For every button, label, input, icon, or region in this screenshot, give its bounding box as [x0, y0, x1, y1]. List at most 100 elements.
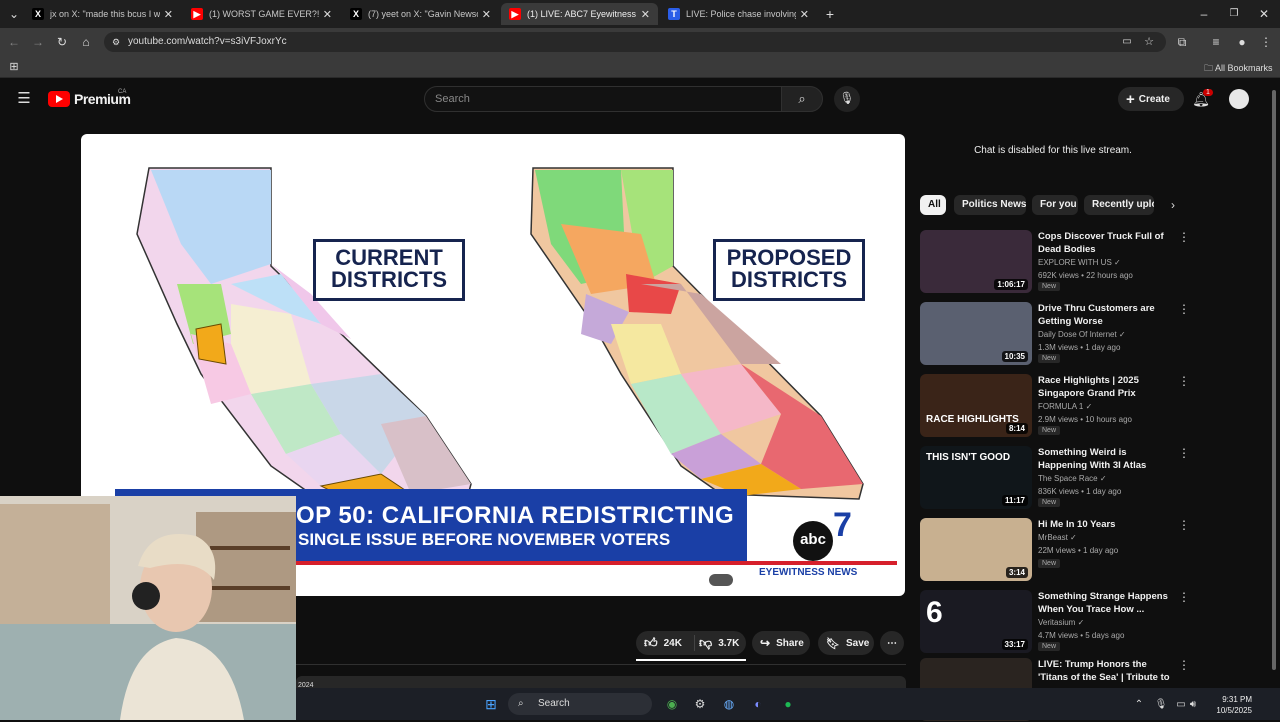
- video-meta: 692K views • 22 hours ago: [1038, 271, 1133, 280]
- video-more-icon[interactable]: ⋮: [1178, 518, 1190, 532]
- browser-tab[interactable]: Xjx on X: "made this bcus I was b ✕: [24, 3, 181, 25]
- tab-close-icon[interactable]: ✕: [323, 8, 332, 21]
- chips-next-icon[interactable]: ›: [1166, 197, 1180, 213]
- video-thumbnail[interactable]: THIS ISN'T GOOD 11:17: [920, 446, 1032, 509]
- video-more-icon[interactable]: ⋮: [1178, 230, 1190, 244]
- tab-close-icon[interactable]: ✕: [164, 8, 173, 21]
- new-tab-icon[interactable]: +: [822, 6, 838, 22]
- restore-icon[interactable]: ❐: [1226, 6, 1242, 22]
- channel-7-logo: 7: [833, 506, 852, 544]
- video-title[interactable]: LIVE: Trump Honors the 'Titans of the Se…: [1038, 658, 1178, 684]
- bookmark-star-icon[interactable]: ☆: [1142, 34, 1156, 50]
- video-more-icon[interactable]: ⋮: [1178, 302, 1190, 316]
- browser-tab[interactable]: ▶ (1) WORST GAME EVER?!? - Yo ✕: [183, 3, 340, 25]
- tray-mic-icon[interactable]: 🎙: [1154, 697, 1168, 713]
- tab-close-icon[interactable]: ✕: [800, 8, 809, 21]
- close-window-icon[interactable]: ✕: [1256, 6, 1272, 22]
- verified-icon: ✓: [1111, 258, 1121, 267]
- chrome-menu-icon[interactable]: ⋮: [1258, 34, 1274, 50]
- settings-app-icon[interactable]: ⚙: [692, 696, 708, 712]
- like-button[interactable]: 👍︎ 24K: [636, 635, 694, 651]
- channel-name[interactable]: The Space Race ✓: [1038, 474, 1107, 483]
- taskbar-search[interactable]: ⌕ Search: [508, 693, 652, 715]
- video-title[interactable]: Something Strange Happens When You Trace…: [1038, 590, 1178, 616]
- more-actions-button[interactable]: ⋯: [880, 631, 904, 655]
- install-icon[interactable]: ▭: [1120, 34, 1134, 50]
- video-more-icon[interactable]: ⋮: [1178, 374, 1190, 388]
- channel-name[interactable]: FORMULA 1 ✓: [1038, 402, 1092, 411]
- video-thumbnail[interactable]: 3:14: [920, 518, 1032, 581]
- browser-tab[interactable]: T LIVE: Police chase involving po ✕: [660, 3, 817, 25]
- video-thumbnail[interactable]: 1:06:17: [920, 230, 1032, 293]
- site-info-icon[interactable]: ⚙: [110, 34, 122, 50]
- browser-tab[interactable]: X (7) yeet on X: "Gavin Newsom s ✕: [342, 3, 499, 25]
- forward-icon[interactable]: →: [30, 34, 46, 50]
- recommended-video[interactable]: 6 33:17 Something Strange Happens When You…: [920, 590, 1200, 654]
- video-thumbnail[interactable]: 10:35: [920, 302, 1032, 365]
- channel-name[interactable]: Veritasium ✓: [1038, 618, 1084, 627]
- settings-gear-icon[interactable]: ⚙: [778, 572, 789, 586]
- discord-app-icon[interactable]: ◐: [750, 696, 766, 712]
- account-avatar[interactable]: [1229, 89, 1249, 109]
- extensions-icon[interactable]: ⧉: [1174, 34, 1190, 50]
- recommended-video[interactable]: 1:06:17 Cops Discover Truck Full of Dead …: [920, 230, 1200, 294]
- volume-icon[interactable]: 🔊︎: [1186, 697, 1200, 713]
- video-title[interactable]: Hi Me In 10 Years: [1038, 518, 1178, 531]
- recommended-video[interactable]: 10:35 Drive Thru Customers are Getting Wo…: [920, 302, 1200, 366]
- channel-name[interactable]: EXPLORE WITH US ✓: [1038, 258, 1121, 267]
- video-title[interactable]: Something Weird is Happening With 3I Atl…: [1038, 446, 1178, 472]
- scrollbar[interactable]: [1270, 86, 1276, 684]
- filter-chip[interactable]: Recently uploa: [1084, 195, 1154, 215]
- steam-app-icon[interactable]: ◍: [721, 696, 737, 712]
- create-button[interactable]: + Create: [1118, 87, 1184, 111]
- filter-chip[interactable]: For you: [1032, 195, 1078, 215]
- windows-start-icon[interactable]: ⊞: [483, 696, 499, 712]
- autoplay-toggle[interactable]: [709, 574, 733, 586]
- dislike-button[interactable]: 👎︎ 3.7K: [694, 635, 739, 651]
- theater-mode-icon[interactable]: ▭: [809, 572, 820, 586]
- tab-close-icon[interactable]: ✕: [641, 8, 650, 21]
- profile-icon[interactable]: ●: [1234, 34, 1250, 50]
- captions-icon[interactable]: ㏄: [745, 572, 757, 589]
- filter-chip[interactable]: Politics News: [954, 195, 1026, 215]
- all-bookmarks[interactable]: 🗀 All Bookmarks: [1204, 61, 1273, 77]
- search-button[interactable]: ⌕: [781, 86, 823, 112]
- minimize-icon[interactable]: –: [1196, 6, 1212, 22]
- tab-search-icon[interactable]: ⌄: [6, 6, 22, 22]
- address-bar[interactable]: ⚙ youtube.com/watch?v=s3iVFJoxrYc ▭ ☆: [104, 32, 1166, 52]
- chrome-app-icon[interactable]: ◉: [664, 696, 680, 712]
- video-thumbnail[interactable]: 6 33:17: [920, 590, 1032, 653]
- filter-chip[interactable]: All: [920, 195, 946, 215]
- video-more-icon[interactable]: ⋮: [1178, 658, 1190, 672]
- browser-tab[interactable]: ▶ (1) LIVE: ABC7 Eyewitness N ✕: [501, 3, 658, 25]
- recommended-video[interactable]: 3:14 Hi Me In 10 Years MrBeast ✓ 22M views …: [920, 518, 1200, 582]
- hamburger-menu-icon[interactable]: ☰: [16, 91, 32, 107]
- spotify-app-icon[interactable]: ●: [780, 696, 796, 712]
- reload-icon[interactable]: ↻: [54, 34, 70, 50]
- video-more-icon[interactable]: ⋮: [1178, 590, 1190, 604]
- save-button[interactable]: 🔖︎ Save: [818, 631, 874, 655]
- share-button[interactable]: ↪ Share: [752, 631, 810, 655]
- channel-name[interactable]: MrBeast ✓: [1038, 533, 1077, 542]
- fullscreen-icon[interactable]: ⛶: [875, 572, 883, 587]
- recommended-video[interactable]: THIS ISN'T GOOD 11:17 Something Weird is H…: [920, 446, 1200, 510]
- video-more-icon[interactable]: ⋮: [1178, 446, 1190, 460]
- recommended-video[interactable]: RACE HIGHLIGHTS 8:14 Race Highlights | 202…: [920, 374, 1200, 438]
- video-title[interactable]: Race Highlights | 2025 Singapore Grand P…: [1038, 374, 1178, 400]
- youtube-logo-icon[interactable]: [48, 91, 70, 107]
- video-thumbnail[interactable]: RACE HIGHLIGHTS 8:14: [920, 374, 1032, 437]
- media-control-icon[interactable]: ≡: [1208, 34, 1224, 50]
- back-icon[interactable]: ←: [6, 34, 22, 50]
- apps-grid-icon[interactable]: ⊞: [6, 59, 22, 75]
- home-icon[interactable]: ⌂: [78, 34, 94, 50]
- cast-icon[interactable]: ⊡: [841, 572, 851, 586]
- tab-close-icon[interactable]: ✕: [482, 8, 491, 21]
- description-box[interactable]: [296, 676, 906, 688]
- channel-name[interactable]: Daily Dose Of Internet ✓: [1038, 330, 1126, 339]
- taskbar-clock[interactable]: 9:31 PM 10/5/2025: [1200, 694, 1252, 716]
- video-title[interactable]: Cops Discover Truck Full of Dead Bodies: [1038, 230, 1178, 256]
- search-input[interactable]: Search: [424, 86, 782, 112]
- tray-overflow-icon[interactable]: ⌃: [1132, 697, 1146, 713]
- voice-search-button[interactable]: 🎙: [834, 86, 860, 112]
- video-title[interactable]: Drive Thru Customers are Getting Worse: [1038, 302, 1178, 328]
